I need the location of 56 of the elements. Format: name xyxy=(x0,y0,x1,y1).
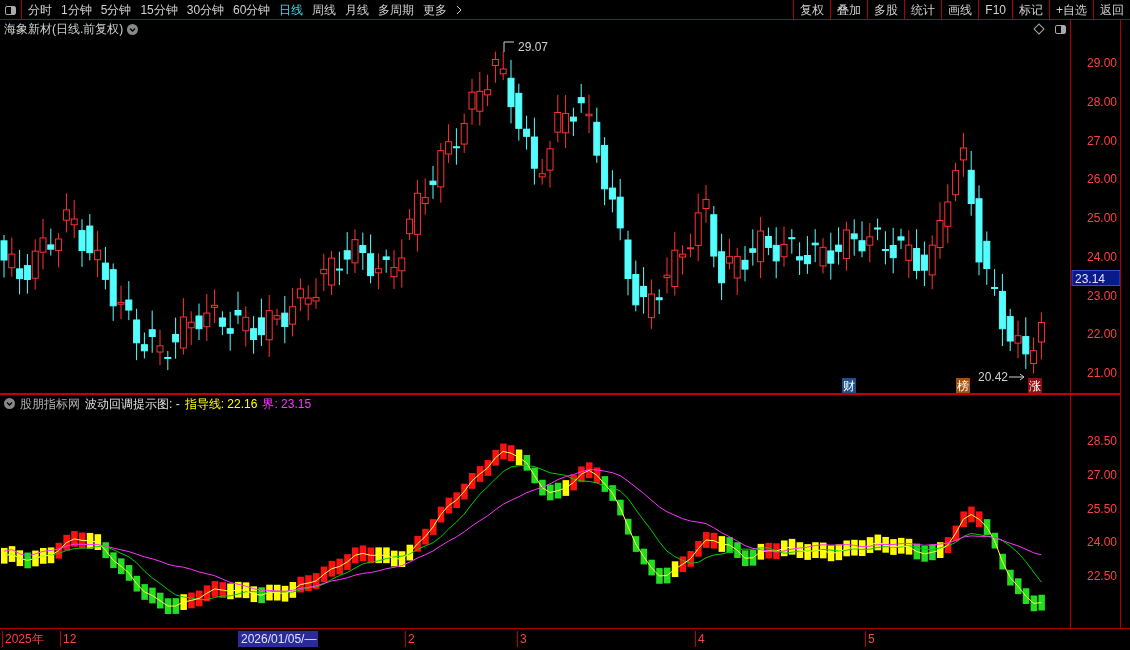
time-axis-label: 3 xyxy=(517,631,527,647)
bound-value: 界: 23.15 xyxy=(262,395,312,413)
time-axis-label: 2025年 xyxy=(2,631,44,647)
time-axis-label: 4 xyxy=(695,631,705,647)
period-tab[interactable]: 5分钟 xyxy=(100,0,132,19)
period-tab[interactable]: 多周期 xyxy=(378,0,415,19)
axis-label: 28.50 xyxy=(1086,434,1117,448)
toolbar-button[interactable]: 标记 xyxy=(1012,0,1049,20)
dropdown-icon[interactable] xyxy=(4,398,15,409)
axis-label: 21.00 xyxy=(1086,366,1117,380)
chart-title: 海象新材(日线.前复权) xyxy=(4,21,124,38)
indicator-title: 波动回调提示图: - xyxy=(85,395,180,413)
axis-label: 27.00 xyxy=(1086,467,1117,482)
axis-label: 28.00 xyxy=(1086,94,1117,109)
indicator-source: 股朋指标网 xyxy=(20,395,80,413)
current-price-tag: 23.14 xyxy=(1071,270,1121,286)
guide-line-value: 指导线: 22.16 xyxy=(184,395,258,413)
dropdown-icon[interactable] xyxy=(127,23,139,35)
axis-label: 24.00 xyxy=(1086,249,1117,264)
event-marker[interactable]: 财 xyxy=(842,378,856,393)
low-price-label: 20.42 xyxy=(978,370,1025,384)
period-tab[interactable]: 更多 xyxy=(423,0,448,19)
toolbar-button[interactable]: +自选 xyxy=(1049,0,1093,20)
toolbar-button[interactable]: 复权 xyxy=(793,0,831,20)
chevron-right-icon[interactable] xyxy=(456,4,463,15)
toolbar-button[interactable]: F10 xyxy=(978,0,1012,20)
toolbar-button[interactable]: 多股 xyxy=(867,0,905,20)
period-tab[interactable]: 日线 xyxy=(279,0,304,19)
time-axis-label: 2026/01/05/— xyxy=(238,631,318,647)
toolbar-button[interactable]: 叠加 xyxy=(830,0,868,20)
axis-label: 23.00 xyxy=(1086,288,1117,303)
axis-label: 27.00 xyxy=(1086,133,1117,148)
period-tab[interactable]: 月线 xyxy=(345,0,370,19)
period-tab[interactable]: 周线 xyxy=(312,0,337,19)
high-price-label: 29.07 xyxy=(503,40,549,54)
event-marker[interactable]: 榜 xyxy=(956,378,970,393)
time-axis-label: 5 xyxy=(865,631,875,647)
period-tab[interactable]: 60分钟 xyxy=(233,0,271,19)
period-tab[interactable]: 15分钟 xyxy=(140,0,178,19)
axis-label: 29.00 xyxy=(1086,56,1117,70)
axis-label: 22.00 xyxy=(1086,327,1117,342)
toolbar-button[interactable]: 返回 xyxy=(1093,0,1130,20)
period-tab[interactable]: 1分钟 xyxy=(61,0,92,19)
panel-toggle-icon[interactable] xyxy=(1055,24,1066,34)
toolbar-button[interactable]: 统计 xyxy=(904,0,942,20)
period-tab[interactable]: 分时 xyxy=(28,0,52,19)
axis-label: 25.00 xyxy=(1086,211,1117,225)
period-tab[interactable]: 30分钟 xyxy=(186,0,225,19)
event-marker[interactable]: 涨 xyxy=(1028,378,1042,393)
time-axis-label: 2 xyxy=(405,631,415,647)
axis-label: 26.00 xyxy=(1086,172,1117,187)
toolbar-button[interactable]: 画线 xyxy=(941,0,979,20)
axis-label: 24.00 xyxy=(1086,535,1117,550)
time-axis-label: 12 xyxy=(60,631,77,647)
axis-label: 22.50 xyxy=(1086,569,1117,583)
axis-label: 25.50 xyxy=(1086,501,1117,516)
